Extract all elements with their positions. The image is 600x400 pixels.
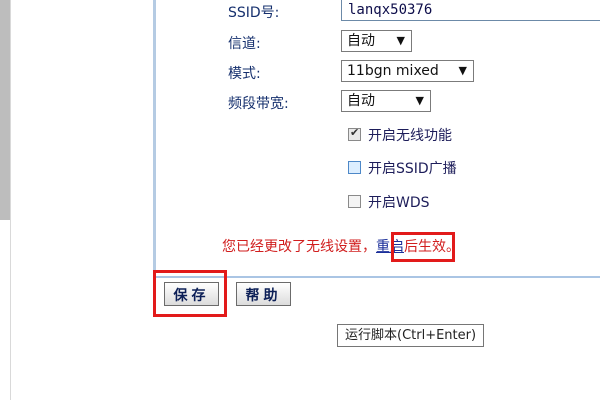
- tooltip: 运行脚本(Ctrl+Enter): [337, 324, 485, 347]
- restart-highlight-box: [391, 232, 455, 262]
- channel-label: 信道:: [228, 36, 261, 52]
- panel-border: [153, 0, 156, 310]
- channel-select-value: 自动: [347, 33, 375, 49]
- ssid-broadcast-checkbox[interactable]: [348, 161, 361, 174]
- channel-select[interactable]: 自动 ▼: [341, 30, 412, 52]
- ssid-input[interactable]: lanqx50376: [341, 0, 600, 21]
- enable-wireless-checkbox[interactable]: [348, 126, 361, 141]
- left-divider: [10, 0, 11, 400]
- enable-wds-label: 开启WDS: [368, 195, 430, 211]
- help-button[interactable]: 帮助: [236, 282, 291, 306]
- bandwidth-label: 频段带宽:: [228, 96, 289, 112]
- left-scroll-panel: [0, 0, 10, 220]
- chevron-down-icon: ▼: [396, 34, 405, 47]
- ssid-label: SSID号:: [228, 5, 280, 21]
- ssid-broadcast-label: 开启SSID广播: [368, 161, 457, 177]
- mode-select[interactable]: 11bgn mixed ▼: [341, 60, 474, 82]
- enable-wireless-label: 开启无线功能: [368, 128, 452, 144]
- notice-text: 您已经更改了无线设置，: [222, 239, 376, 255]
- enable-wds-checkbox[interactable]: [348, 195, 361, 208]
- chevron-down-icon: ▼: [458, 64, 467, 77]
- chevron-down-icon: ▼: [415, 94, 424, 107]
- mode-label: 模式:: [228, 66, 261, 82]
- save-highlight-box: [153, 270, 227, 317]
- bandwidth-select[interactable]: 自动 ▼: [341, 90, 431, 112]
- bandwidth-select-value: 自动: [347, 93, 375, 109]
- mode-select-value: 11bgn mixed: [347, 63, 439, 79]
